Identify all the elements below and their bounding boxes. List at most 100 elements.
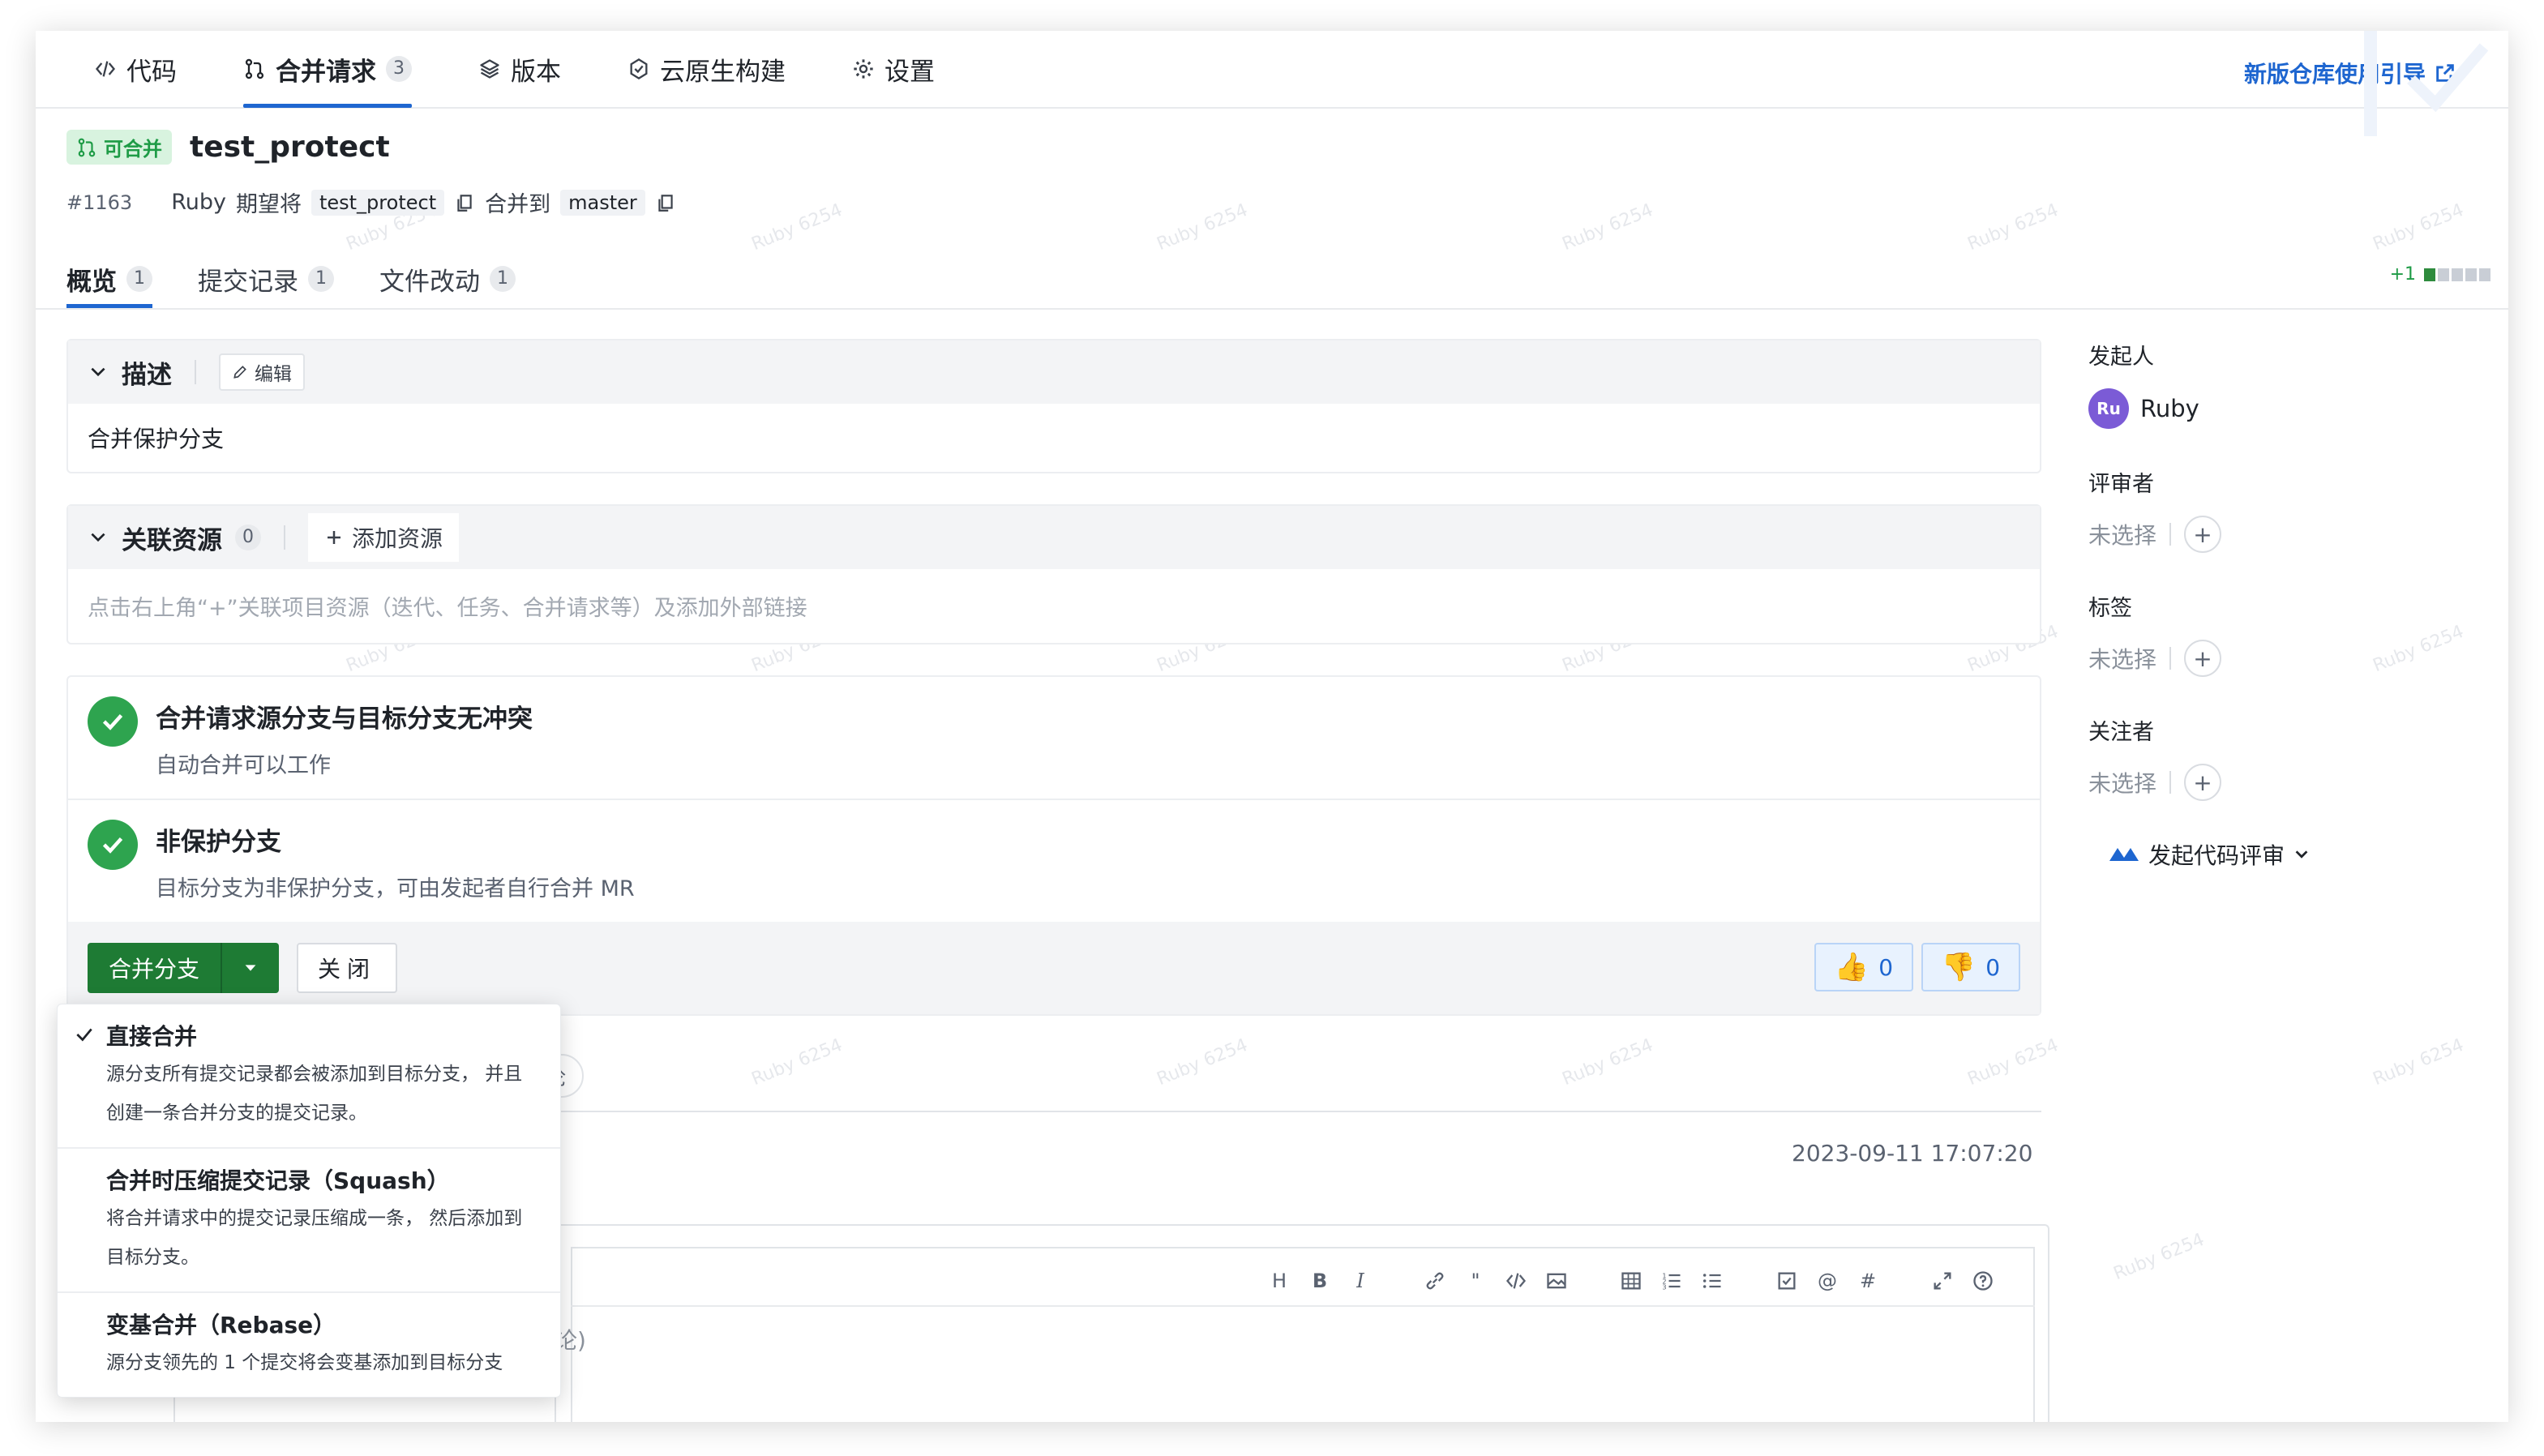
tab-label: 文件改动 <box>379 267 480 297</box>
check-description: 目标分支为非保护分支，可由发起者自行合并 MR <box>156 876 635 901</box>
copy-icon[interactable] <box>454 192 475 213</box>
option-description-line: 将合并请求中的提交记录压缩成一条， 然后添加到 <box>106 1208 523 1229</box>
gear-icon <box>854 59 873 79</box>
unselected-text: 未选择 <box>2088 522 2157 549</box>
watermark: Ruby 6254 <box>1154 1034 1251 1090</box>
watermark: Ruby 6254 <box>1559 199 1656 255</box>
labels-select: 未选择 + <box>2088 640 2478 677</box>
italic-icon[interactable]: I <box>1349 1270 1372 1292</box>
main-content: 描述 编辑 合并保护分支 关联资源 0 添加资源 点击右上角“+”关联项目资源（… <box>66 339 2041 1016</box>
merge-into-text: 合并到 <box>485 192 551 217</box>
merge-options-toggle[interactable] <box>221 943 280 993</box>
diffstat-added: +1 <box>2389 264 2416 285</box>
description-card: 描述 编辑 合并保护分支 <box>66 339 2041 473</box>
mention-icon[interactable]: @ <box>1816 1270 1839 1292</box>
bold-icon[interactable]: B <box>1308 1270 1331 1292</box>
corner-decoration-icon <box>2364 31 2489 136</box>
merge-action-bar: 合并分支 关闭 👍 0 👎 0 <box>68 922 2040 1014</box>
thumbs-up-button[interactable]: 👍 0 <box>1814 943 1913 991</box>
nav-tab-label: 合并请求 <box>276 57 376 87</box>
option-title: 变基合并（Rebase） <box>106 1312 336 1338</box>
check-icon <box>88 696 138 747</box>
checkbox-icon[interactable] <box>1775 1270 1798 1292</box>
thumbs-down-button[interactable]: 👎 0 <box>1921 943 2020 991</box>
link-icon[interactable] <box>1424 1270 1446 1292</box>
add-reviewer-button[interactable]: + <box>2184 516 2222 553</box>
image-icon[interactable] <box>1545 1270 1568 1292</box>
caret-down-icon <box>245 965 256 971</box>
nav-tab-settings[interactable]: 设置 <box>852 31 935 108</box>
initiator-user[interactable]: Ru Ruby <box>2088 388 2478 429</box>
add-follower-button[interactable]: + <box>2184 764 2222 801</box>
divider <box>2169 647 2172 670</box>
nav-tab-cloud-build[interactable]: 云原生构建 <box>627 31 786 108</box>
diffstat-bar <box>2424 268 2490 281</box>
nav-tab-merge-requests[interactable]: 合并请求 3 <box>243 31 412 108</box>
merge-button-group: 合并分支 <box>88 943 280 993</box>
initiator-section: 发起人 Ru Ruby <box>2088 339 2478 429</box>
thumbs-up-icon: 👍 <box>1834 951 1869 983</box>
ordered-list-icon[interactable]: 123 <box>1660 1270 1683 1292</box>
option-description-line: 源分支所有提交记录都会被添加到目标分支， 并且 <box>106 1064 523 1085</box>
code-icon[interactable] <box>1505 1270 1527 1292</box>
chevron-down-icon[interactable] <box>88 527 109 548</box>
bullet-list-icon[interactable] <box>1701 1270 1724 1292</box>
editor-toolbar: H B I " 123 @ # <box>1268 1270 1994 1292</box>
start-code-review-button[interactable]: 发起代码评审 <box>2108 838 2478 871</box>
followers-section: 关注者 未选择 + <box>2088 714 2478 801</box>
labels-section: 标签 未选择 + <box>2088 590 2478 677</box>
watermark: Ruby 6254 <box>2370 199 2467 255</box>
help-icon[interactable] <box>1972 1270 1994 1292</box>
status-badge: 可合并 <box>66 130 172 165</box>
table-icon[interactable] <box>1620 1270 1642 1292</box>
watermark: Ruby 6254 <box>748 1034 846 1090</box>
merge-button[interactable]: 合并分支 <box>88 943 221 993</box>
watermark: Ruby 6254 <box>1559 1034 1656 1090</box>
merge-request-icon <box>245 58 264 79</box>
cloud-build-icon <box>630 58 648 80</box>
heading-icon[interactable]: H <box>1268 1270 1291 1292</box>
expand-icon[interactable] <box>1931 1270 1954 1292</box>
add-resource-button[interactable]: 添加资源 <box>308 513 460 562</box>
add-label-button[interactable]: + <box>2184 640 2222 677</box>
hashtag-icon[interactable]: # <box>1857 1270 1879 1292</box>
merge-option-direct[interactable]: 直接合并 源分支所有提交记录都会被添加到目标分支， 并且 创建一条合并分支的提交… <box>58 1004 560 1147</box>
check-title: 合并请求源分支与目标分支无冲突 <box>156 704 533 734</box>
divider <box>195 360 196 384</box>
tab-overview[interactable]: 概览 1 <box>66 250 152 308</box>
merge-option-rebase[interactable]: 变基合并（Rebase） 源分支领先的 1 个提交将会变基添加到目标分支 <box>58 1291 560 1397</box>
tab-commits[interactable]: 提交记录 1 <box>198 250 334 308</box>
unselected-text: 未选择 <box>2088 646 2157 673</box>
layers-icon <box>480 59 499 79</box>
page-title: test_protect <box>190 131 390 164</box>
expects-text: 期望将 <box>235 192 302 217</box>
target-branch[interactable]: master <box>560 189 645 216</box>
initiator-label: 发起人 <box>2088 345 2154 370</box>
mr-author[interactable]: Ruby <box>171 190 226 215</box>
nav-tab-code[interactable]: 代码 <box>94 31 177 108</box>
nav-tab-label: 云原生构建 <box>660 57 786 87</box>
source-branch[interactable]: test_protect <box>311 189 445 216</box>
resources-card: 关联资源 0 添加资源 点击右上角“+”关联项目资源（迭代、任务、合并请求等）及… <box>66 504 2041 644</box>
pencil-icon <box>233 366 246 379</box>
thumbs-up-count: 0 <box>1878 953 1894 981</box>
followers-select: 未选择 + <box>2088 764 2478 801</box>
option-title: 合并时压缩提交记录（Squash） <box>106 1167 450 1194</box>
merge-checks-card: 合并请求源分支与目标分支无冲突 自动合并可以工作 非保护分支 目标分支为非保护分… <box>66 675 2041 1016</box>
option-title: 直接合并 <box>106 1023 198 1050</box>
start-code-review-label: 发起代码评审 <box>2148 842 2285 869</box>
resources-header: 关联资源 0 添加资源 <box>68 506 2040 569</box>
edit-button[interactable]: 编辑 <box>219 353 305 391</box>
quote-icon[interactable]: " <box>1464 1270 1487 1292</box>
nav-tab-releases[interactable]: 版本 <box>478 31 561 108</box>
description-title: 描述 <box>122 360 172 390</box>
chevron-down-icon[interactable] <box>88 362 109 383</box>
reviewers-section: 评审者 未选择 + <box>2088 466 2478 553</box>
nav-tab-label: 代码 <box>126 57 177 87</box>
divider <box>284 525 285 550</box>
close-mr-button[interactable]: 关闭 <box>297 943 398 993</box>
app-window: Ruby 6254 Ruby 6254 Ruby 6254 Ruby 6254 … <box>36 31 2508 1422</box>
copy-icon[interactable] <box>655 192 676 213</box>
tab-file-changes[interactable]: 文件改动 1 <box>379 250 516 308</box>
merge-option-squash[interactable]: 合并时压缩提交记录（Squash） 将合并请求中的提交记录压缩成一条， 然后添加… <box>58 1147 560 1291</box>
